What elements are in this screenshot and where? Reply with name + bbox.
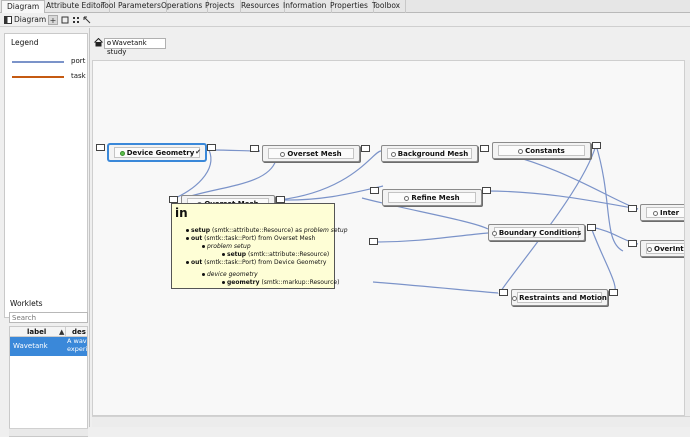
tooltip-line: setup (smtk::attribute::Resource) xyxy=(222,251,329,258)
add-icon[interactable]: + xyxy=(48,15,58,25)
edge xyxy=(372,232,489,243)
tooltip-line: setup (smtk::attribute::Resource) as pro… xyxy=(186,227,348,234)
tab-bar: Diagram Attribute Editor Tool Parameters… xyxy=(0,0,690,14)
edge xyxy=(485,190,639,210)
worklets-table: label ▲ des Wavetank A wave experim xyxy=(9,326,88,437)
node-background-mesh[interactable]: Background Mesh xyxy=(381,145,478,162)
panel-toggle-icon[interactable] xyxy=(3,15,13,25)
tooltip-line: geometry (smtk::markup::Resource) xyxy=(222,279,339,286)
input-port[interactable] xyxy=(370,187,379,194)
diagram-toolbar: Diagram + xyxy=(0,13,690,27)
tab-diagram[interactable]: Diagram xyxy=(1,0,46,14)
worklets-search-input[interactable] xyxy=(9,312,88,323)
rectangle-select-icon[interactable] xyxy=(60,15,70,25)
output-port[interactable] xyxy=(592,142,601,149)
table-header: label ▲ des xyxy=(10,327,87,337)
node-boundary-conditions[interactable]: Boundary Conditions xyxy=(488,224,585,241)
tooltip-line: device geometry xyxy=(202,271,258,278)
home-icon[interactable] xyxy=(94,37,103,47)
node-overset-mesh[interactable]: Overset Mesh xyxy=(262,145,360,162)
grid-icon[interactable] xyxy=(71,15,81,25)
legend-swatch xyxy=(12,76,64,78)
sort-ascending-icon[interactable]: ▲ xyxy=(59,328,64,336)
tab-toolbox[interactable]: Toolbox xyxy=(367,0,407,13)
tooltip-title: in xyxy=(175,206,188,220)
legend-panel: Legend port co task de xyxy=(4,33,88,318)
canvas-horizontal-scrollbar[interactable] xyxy=(92,416,690,427)
output-port[interactable] xyxy=(361,145,370,152)
panel-label: Diagram xyxy=(14,15,47,24)
legend-title: Legend xyxy=(11,38,39,47)
tooltip-line: out (smtk::task::Port) from Device Geome… xyxy=(186,259,326,266)
input-port[interactable] xyxy=(250,145,259,152)
node-restraints-and-motion[interactable]: Restraints and Motion xyxy=(511,289,608,306)
input-port[interactable] xyxy=(96,144,105,151)
edge xyxy=(590,226,616,295)
port-tooltip: in setup (smtk::attribute::Resource) as … xyxy=(171,203,348,289)
output-port[interactable] xyxy=(480,145,489,152)
edge xyxy=(492,150,639,210)
node-device-geometry[interactable]: Device Geometry ✔ xyxy=(108,144,206,161)
output-port[interactable] xyxy=(369,238,378,245)
legend-label: port co xyxy=(71,57,88,65)
tooltip-line: problem setup xyxy=(202,243,251,250)
left-panel: Legend port co task de Worklets label ▲ … xyxy=(0,28,90,437)
canvas-vertical-scrollbar[interactable] xyxy=(685,60,690,416)
legend-item-task: task de xyxy=(12,72,88,82)
tab-projects[interactable]: Projects xyxy=(200,0,241,13)
node-refine-mesh[interactable]: Refine Mesh xyxy=(382,189,482,206)
output-port[interactable] xyxy=(609,289,618,296)
legend-swatch xyxy=(12,61,64,63)
worklets-title: Worklets xyxy=(10,299,43,308)
worklet-description: A wave experim xyxy=(67,337,88,353)
input-port[interactable] xyxy=(628,205,637,212)
breadcrumb: Wavetank study xyxy=(91,28,690,60)
edge xyxy=(372,281,499,294)
output-port[interactable] xyxy=(482,187,491,194)
output-port[interactable] xyxy=(587,224,596,231)
output-port[interactable] xyxy=(207,144,216,151)
tooltip-line: out (smtk::task::Port) from Overset Mesh xyxy=(186,235,315,242)
output-port[interactable] xyxy=(276,196,285,203)
column-header-label[interactable]: label xyxy=(27,328,46,336)
input-port[interactable] xyxy=(499,289,508,296)
edge xyxy=(180,159,277,200)
edge xyxy=(595,144,624,252)
connect-icon[interactable] xyxy=(82,15,92,25)
breadcrumb-study[interactable]: Wavetank study xyxy=(104,38,166,56)
node-overint[interactable]: OverInt xyxy=(640,240,684,257)
input-port[interactable] xyxy=(169,196,178,203)
node-constants[interactable]: Constants xyxy=(492,142,591,159)
legend-item-port: port co xyxy=(12,57,88,67)
legend-label: task de xyxy=(71,72,88,80)
column-header-description[interactable]: des xyxy=(72,328,86,336)
input-port[interactable] xyxy=(628,240,637,247)
checkmark-icon[interactable]: ✔ xyxy=(195,148,201,156)
worklets-scrollbar[interactable] xyxy=(9,428,88,436)
table-row[interactable]: Wavetank A wave experim xyxy=(10,337,88,356)
node-inter[interactable]: Inter xyxy=(640,204,684,221)
worklet-label: Wavetank xyxy=(13,342,48,350)
